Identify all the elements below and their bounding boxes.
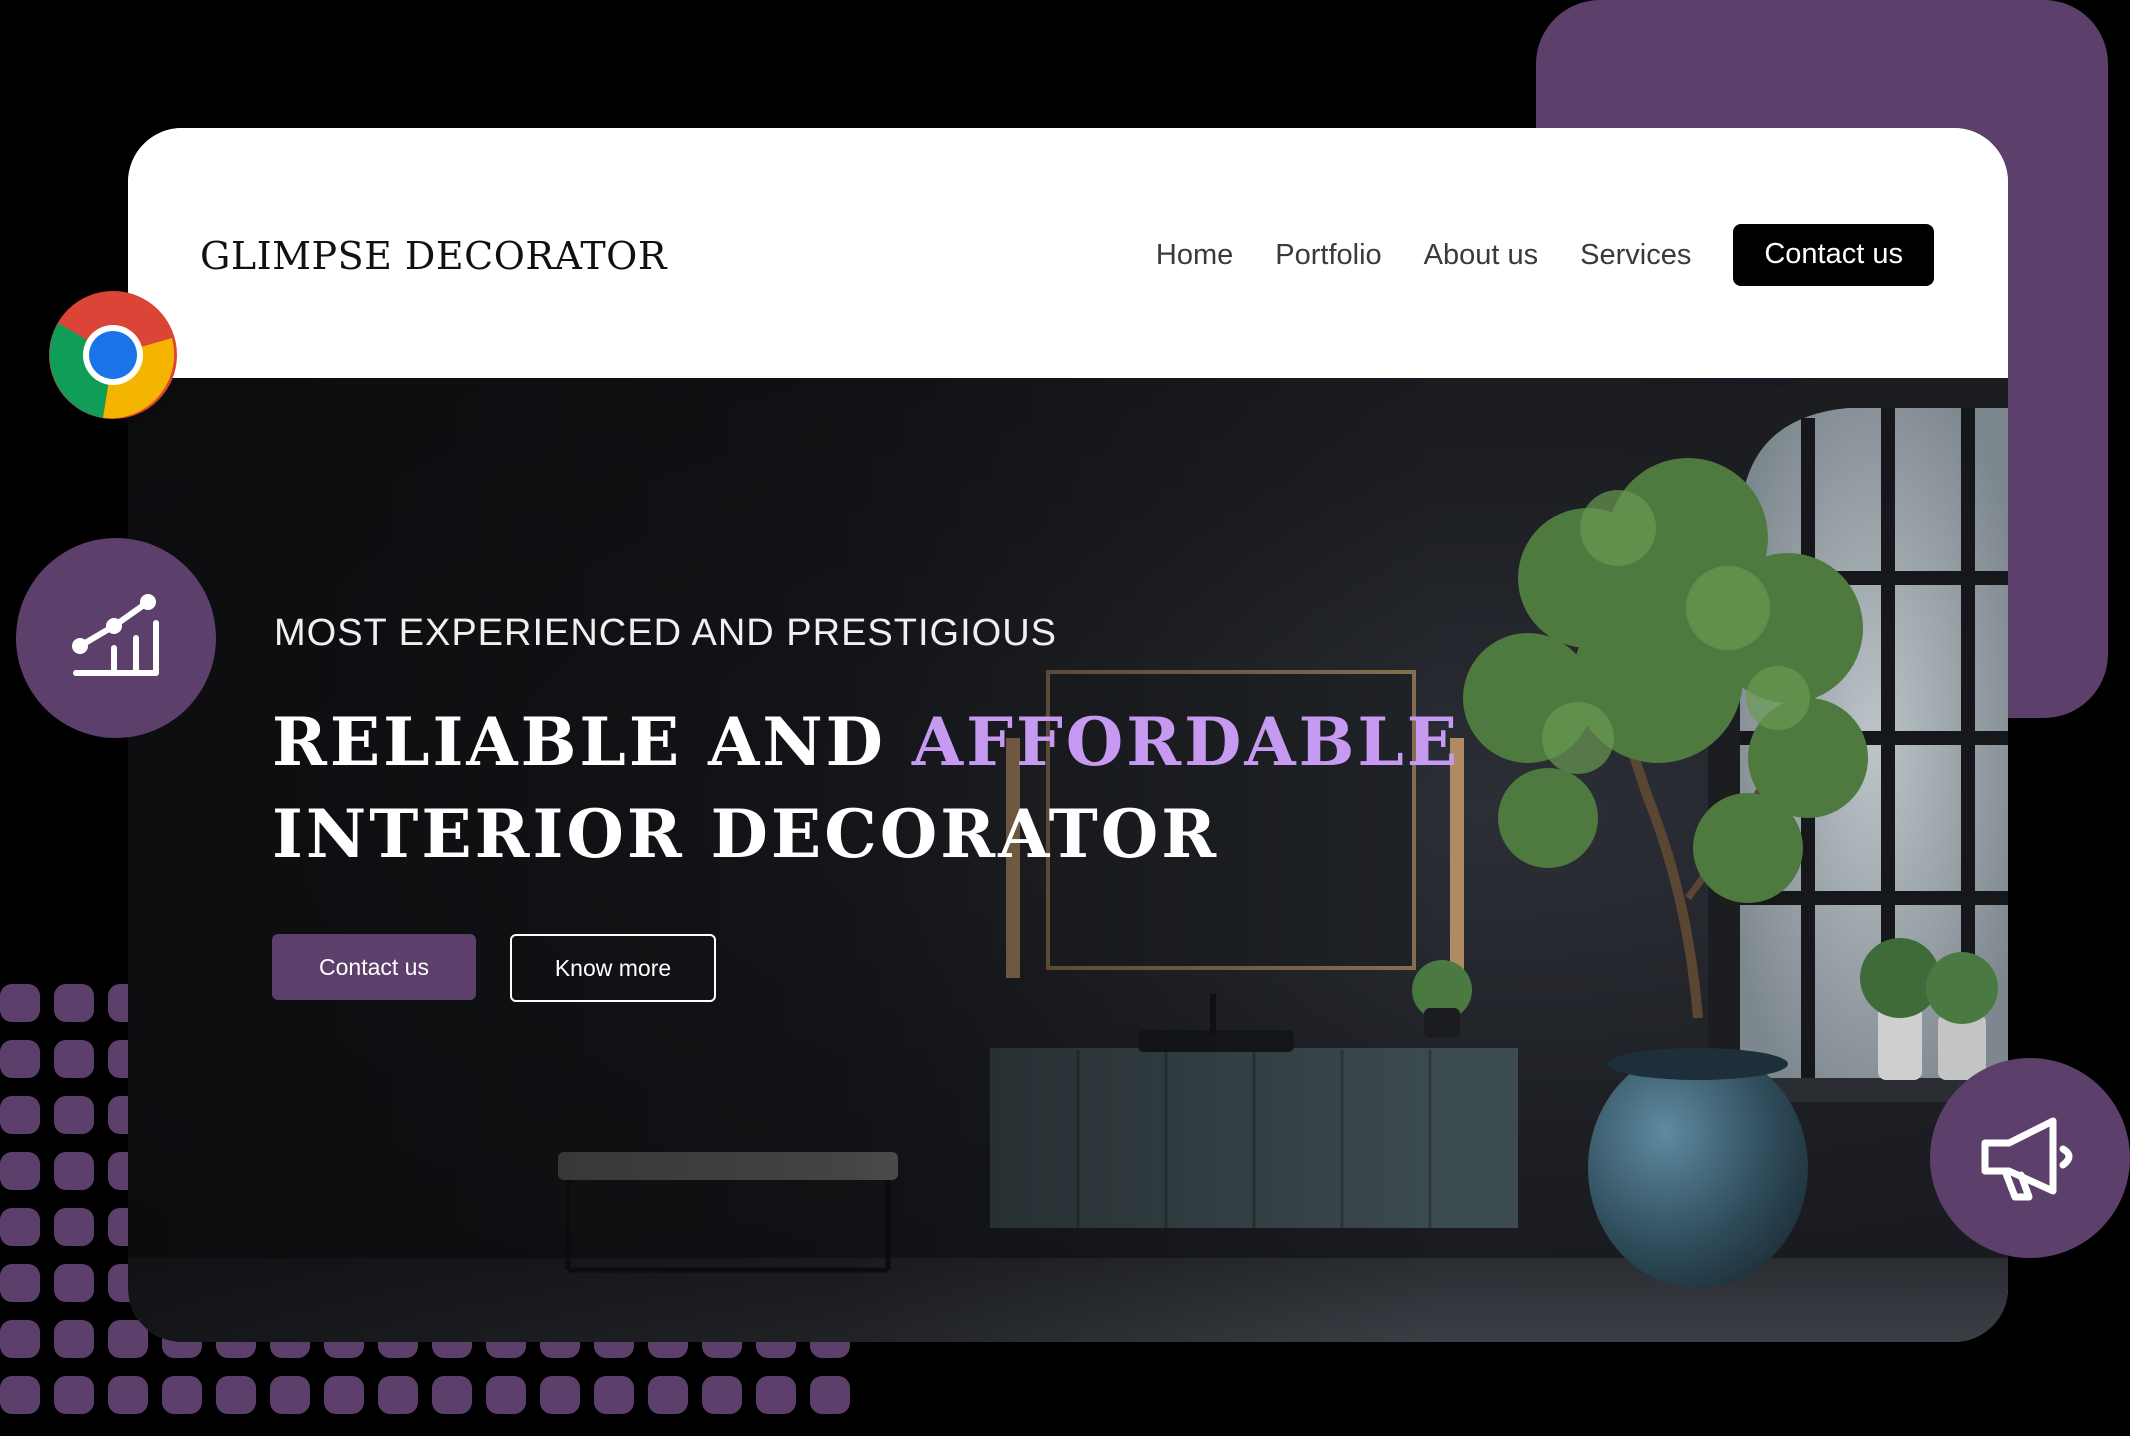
site-header: GLIMPSE DECORATOR Home Portfolio About u… xyxy=(128,128,2008,378)
decorative-dot xyxy=(648,1376,688,1414)
decorative-dot xyxy=(0,1264,40,1302)
growth-badge xyxy=(16,538,216,738)
decorative-dot xyxy=(54,984,94,1022)
nav-link-about[interactable]: About us xyxy=(1424,239,1538,272)
hero-contact-button[interactable]: Contact us xyxy=(272,934,476,1000)
decorative-dot xyxy=(54,1040,94,1078)
decorative-dot xyxy=(0,1096,40,1134)
marketing-badge xyxy=(1930,1058,2130,1258)
decorative-dot xyxy=(54,1096,94,1134)
decorative-dot xyxy=(0,1320,40,1358)
decorative-dot xyxy=(54,1376,94,1414)
nav-link-portfolio[interactable]: Portfolio xyxy=(1275,239,1381,272)
decorative-dot xyxy=(0,1376,40,1414)
decorative-dot xyxy=(162,1376,202,1414)
nav-link-home[interactable]: Home xyxy=(1156,239,1233,272)
decorative-dot xyxy=(0,984,40,1022)
hero-know-more-button[interactable]: Know more xyxy=(510,934,716,1002)
decorative-dot xyxy=(270,1376,310,1414)
decorative-dot xyxy=(54,1264,94,1302)
decorative-dot xyxy=(54,1152,94,1190)
decorative-dot xyxy=(54,1320,94,1358)
decorative-dot xyxy=(0,1152,40,1190)
main-navigation: Home Portfolio About us Services Contact… xyxy=(1156,224,1934,286)
decorative-dot xyxy=(756,1376,796,1414)
hero-eyebrow: MOST EXPERIENCED AND PRESTIGIOUS xyxy=(274,612,1058,654)
decorative-dot xyxy=(702,1376,742,1414)
brand-logo[interactable]: GLIMPSE DECORATOR xyxy=(200,234,667,278)
headline-line2: INTERIOR DECORATOR xyxy=(272,795,1220,873)
decorative-dot xyxy=(540,1376,580,1414)
nav-link-services[interactable]: Services xyxy=(1580,239,1691,272)
decorative-dot xyxy=(810,1376,850,1414)
headline-accent: AFFORDABLE xyxy=(911,703,1461,781)
megaphone-icon xyxy=(1981,1117,2073,1201)
decorative-dot xyxy=(108,1376,148,1414)
decorative-dot xyxy=(54,1208,94,1246)
nav-contact-button[interactable]: Contact us xyxy=(1733,224,1934,286)
growth-chart-icon xyxy=(72,594,159,676)
showcase-stage: GLIMPSE DECORATOR Home Portfolio About u… xyxy=(0,0,2130,1436)
decorative-dot xyxy=(486,1376,526,1414)
decorative-dot xyxy=(216,1376,256,1414)
decorative-dot xyxy=(594,1376,634,1414)
decorative-dot xyxy=(378,1376,418,1414)
hero-section: MOST EXPERIENCED AND PRESTIGIOUS RELIABL… xyxy=(128,378,2008,1342)
hero-headline: RELIABLE AND AFFORDABLE INTERIOR DECORAT… xyxy=(272,696,1460,880)
decorative-dot xyxy=(0,1208,40,1246)
decorative-dot xyxy=(432,1376,472,1414)
website-preview-card: GLIMPSE DECORATOR Home Portfolio About u… xyxy=(128,128,2008,1342)
chrome-icon xyxy=(48,290,178,420)
headline-part1: RELIABLE AND xyxy=(272,703,912,781)
decorative-dot xyxy=(324,1376,364,1414)
decorative-dot xyxy=(0,1040,40,1078)
hero-actions: Contact us Know more xyxy=(272,934,716,1002)
